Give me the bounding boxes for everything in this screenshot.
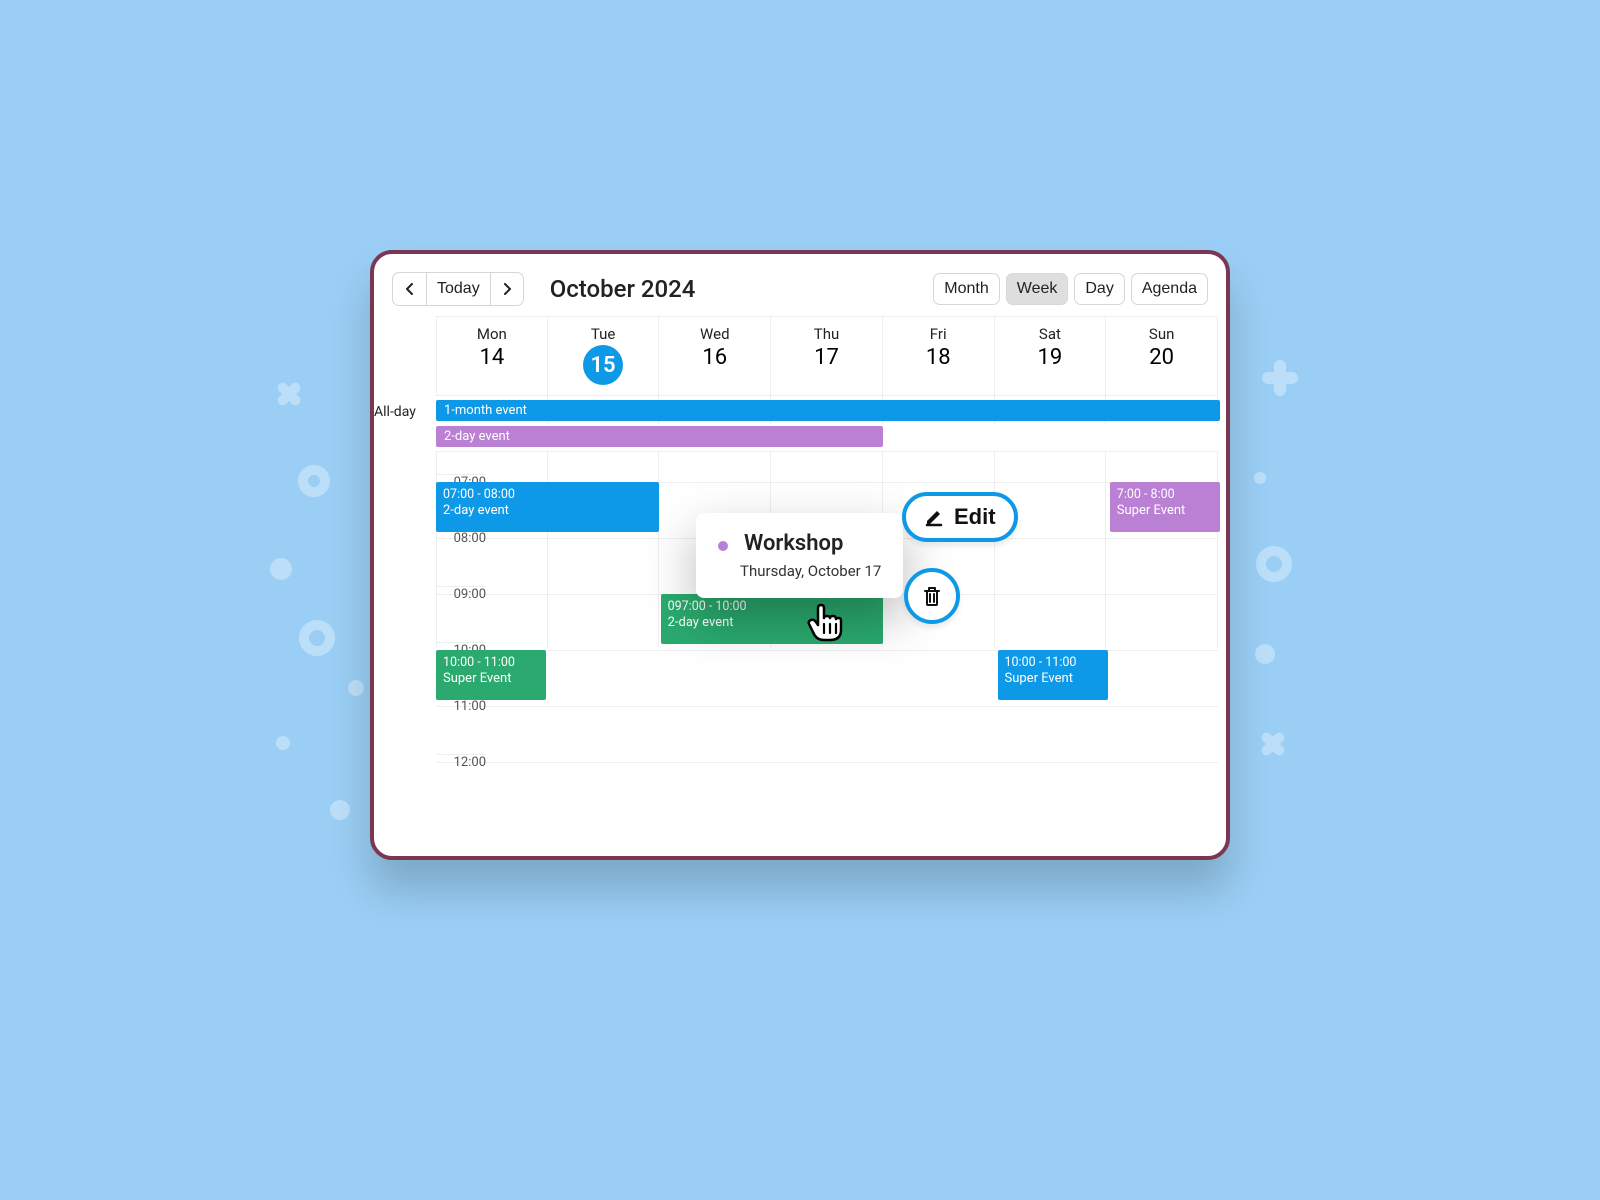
calendar-card: Today October 2024 Month Week Day Agenda… (370, 250, 1230, 860)
day-col-sat[interactable]: Sat 19 (995, 317, 1107, 395)
day-col-fri[interactable]: Fri 18 (883, 317, 995, 395)
dow-label: Sat (995, 325, 1106, 343)
edit-icon (924, 507, 944, 527)
trash-icon (920, 584, 944, 608)
allday-event[interactable]: 1-month event (436, 400, 1220, 421)
cursor-pointer-icon (800, 598, 848, 650)
day-number: 16 (659, 345, 770, 370)
day-col-tue[interactable]: Tue 15 (548, 317, 660, 395)
event-time: 10:00 - 11:00 (1005, 655, 1101, 670)
day-col-sun[interactable]: Sun 20 (1106, 317, 1218, 395)
nav-group: Today (392, 272, 524, 306)
deco-dot (276, 736, 290, 750)
day-col-thu[interactable]: Thu 17 (771, 317, 883, 395)
edit-button-label: Edit (954, 504, 996, 530)
allday-section: All-day 1-month event2-day event (436, 396, 1218, 452)
chevron-right-icon (502, 283, 512, 295)
day-number: 15 (583, 345, 623, 385)
view-week-button[interactable]: Week (1006, 273, 1069, 305)
event-title: 2-day event (443, 503, 652, 518)
event-title: Super Event (443, 671, 539, 686)
deco-dot (348, 680, 364, 696)
deco-dot (1254, 472, 1266, 484)
day-number: 14 (437, 345, 547, 370)
event-time: 10:00 - 11:00 (443, 655, 539, 670)
toolbar-left: Today October 2024 (392, 272, 695, 306)
dow-label: Tue (548, 325, 659, 343)
day-number: 19 (995, 345, 1106, 370)
day-header: Mon 14 Tue 15 Wed 16 Thu 17 Fri 18 Sat 1… (436, 316, 1218, 396)
dow-label: Fri (883, 325, 994, 343)
day-number: 18 (883, 345, 994, 370)
event-popover: Workshop Thursday, October 17 (696, 513, 903, 598)
deco-ring (1256, 546, 1292, 582)
calendar-event[interactable]: 7:00 - 8:00Super Event (1110, 482, 1220, 532)
dow-label: Wed (659, 325, 770, 343)
calendar-event[interactable]: 097:00 - 10:002-day event (661, 594, 884, 644)
view-month-button[interactable]: Month (933, 273, 999, 305)
deco-plus (1262, 360, 1298, 396)
view-switcher: Month Week Day Agenda (933, 273, 1208, 305)
day-number: 17 (771, 345, 882, 370)
deco-ring (299, 620, 335, 656)
dow-label: Mon (437, 325, 547, 343)
toolbar: Today October 2024 Month Week Day Agenda (374, 254, 1226, 316)
calendar-event[interactable]: 07:00 - 08:002-day event (436, 482, 659, 532)
calendar-event[interactable]: 10:00 - 11:00Super Event (998, 650, 1108, 700)
deco-x (275, 380, 303, 408)
next-button[interactable] (490, 272, 524, 306)
deco-dot (1255, 644, 1275, 664)
delete-button[interactable] (904, 568, 960, 624)
event-time: 7:00 - 8:00 (1117, 487, 1213, 502)
chevron-left-icon (405, 283, 415, 295)
day-col-mon[interactable]: Mon 14 (436, 317, 548, 395)
deco-dot (270, 558, 292, 580)
allday-event[interactable]: 2-day event (436, 426, 883, 447)
deco-x (1259, 730, 1287, 758)
dow-label: Sun (1106, 325, 1217, 343)
edit-button[interactable]: Edit (902, 492, 1018, 542)
event-color-dot (718, 541, 728, 551)
calendar-title: October 2024 (550, 275, 696, 303)
calendar-grid: Mon 14 Tue 15 Wed 16 Thu 17 Fri 18 Sat 1… (374, 316, 1226, 842)
event-title: Super Event (1117, 503, 1213, 518)
popover-subtitle: Thursday, October 17 (740, 562, 881, 580)
view-agenda-button[interactable]: Agenda (1131, 273, 1208, 305)
allday-label: All-day (374, 396, 436, 420)
deco-dot (330, 800, 350, 820)
view-day-button[interactable]: Day (1074, 273, 1124, 305)
prev-button[interactable] (392, 272, 426, 306)
day-col-wed[interactable]: Wed 16 (659, 317, 771, 395)
today-button[interactable]: Today (426, 272, 490, 306)
dow-label: Thu (771, 325, 882, 343)
calendar-event[interactable]: 10:00 - 11:00Super Event (436, 650, 546, 700)
event-time: 07:00 - 08:00 (443, 487, 652, 502)
day-number: 20 (1106, 345, 1217, 370)
popover-title: Workshop (744, 531, 843, 556)
event-title: Super Event (1005, 671, 1101, 686)
deco-ring (298, 465, 330, 497)
